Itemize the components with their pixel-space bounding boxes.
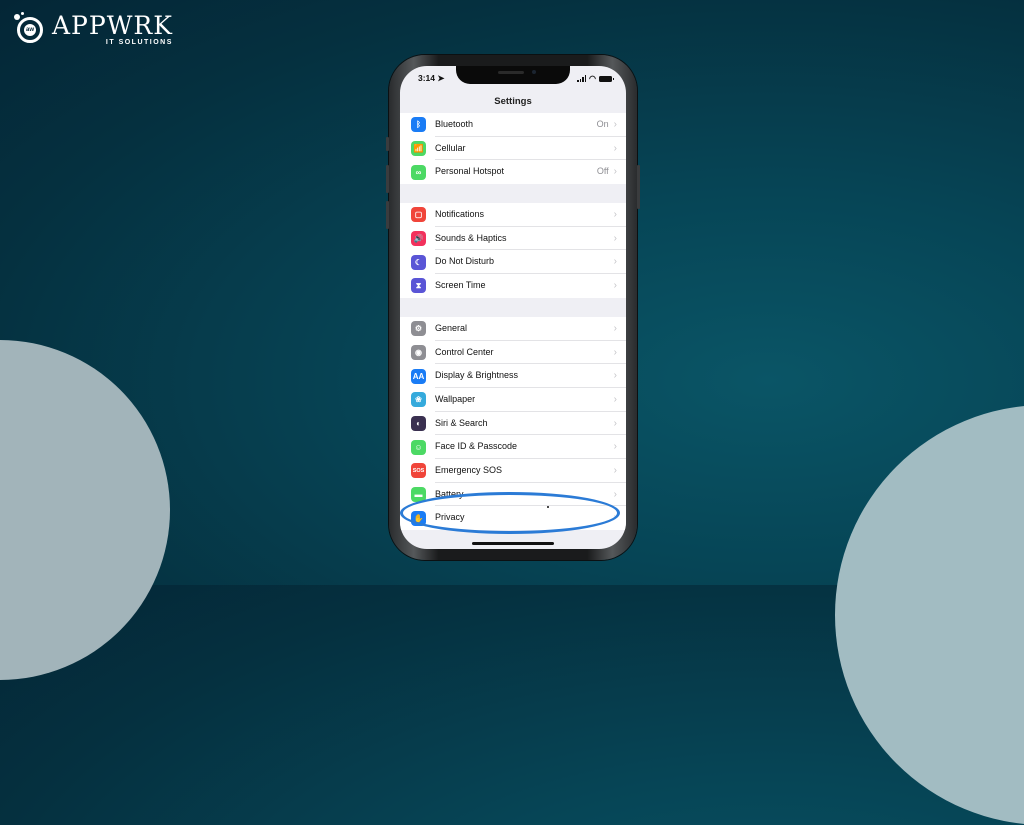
signal-icon xyxy=(577,75,587,82)
settings-row-label: Do Not Disturb xyxy=(435,256,495,267)
sos-icon: SOS xyxy=(411,463,426,479)
chevron-right-icon: › xyxy=(613,370,617,382)
hand-icon: ✋ xyxy=(411,510,426,526)
volume-up-button xyxy=(386,165,389,193)
chevron-right-icon: › xyxy=(613,346,617,358)
settings-row-face-id-passcode[interactable]: ☺ Face ID & Passcode › xyxy=(400,435,626,459)
battery-setting-icon: ▬ xyxy=(411,486,426,502)
chevron-right-icon: › xyxy=(613,441,617,453)
section-gap xyxy=(400,184,626,204)
settings-row-do-not-disturb[interactable]: ☾ Do Not Disturb › xyxy=(400,250,626,275)
settings-group: ᛒ Bluetooth On › 📶 Cellular › ∞ Personal Hotspot… xyxy=(400,113,626,185)
cellular-icon: 📶 xyxy=(411,141,426,157)
settings-row-label: Cellular xyxy=(435,142,466,153)
settings-group: ▢ Notifications › 🔊 Sounds & Haptics › ☾ Do Not… xyxy=(400,203,626,298)
settings-row-label: Personal Hotspot xyxy=(435,166,505,177)
settings-row-label: Emergency SOS xyxy=(435,464,503,475)
settings-row-bluetooth[interactable]: ᛒ Bluetooth On › xyxy=(400,113,626,137)
chevron-right-icon: › xyxy=(613,256,617,268)
settings-screen: 3:14 ➤ ◠ Settings ᛒ Bluetooth On › 📶 Cellular… xyxy=(400,66,626,549)
brand-logo: aw APPWRK IT SOLUTIONS xyxy=(14,12,173,46)
home-indicator[interactable] xyxy=(472,542,554,545)
settings-row-siri-search[interactable]: ◐ Siri & Search › xyxy=(400,412,626,436)
settings-row-control-center[interactable]: ◉ Control Center › xyxy=(400,341,626,365)
settings-row-label: Wallpaper xyxy=(435,393,476,404)
wallpaper-icon: ❀ xyxy=(411,392,426,408)
settings-row-value: Off xyxy=(596,166,609,177)
chevron-right-icon: › xyxy=(613,488,617,500)
notifications-icon: ▢ xyxy=(411,207,426,223)
settings-row-wallpaper[interactable]: ❀ Wallpaper › xyxy=(400,388,626,412)
settings-row-label: Sounds & Haptics xyxy=(435,232,507,243)
settings-row-personal-hotspot[interactable]: ∞ Personal Hotspot Off › xyxy=(400,160,626,184)
settings-row-label: Display & Brightness xyxy=(435,370,519,381)
hourglass-icon: ⧗ xyxy=(411,278,426,294)
settings-row-screen-time[interactable]: ⧗ Screen Time › xyxy=(400,274,626,298)
settings-row-label: Notifications xyxy=(435,209,485,220)
status-time: 3:14 ➤ xyxy=(418,73,445,83)
settings-list: ᛒ Bluetooth On › 📶 Cellular › ∞ Personal Hotspot… xyxy=(400,113,626,530)
chevron-right-icon: › xyxy=(613,464,617,476)
hotspot-icon: ∞ xyxy=(411,164,426,180)
chevron-right-icon: › xyxy=(613,393,617,405)
settings-row-notifications[interactable]: ▢ Notifications › xyxy=(400,203,626,227)
page-title: Settings xyxy=(494,96,532,107)
chevron-right-icon: › xyxy=(613,417,617,429)
settings-row-label: Bluetooth xyxy=(435,119,474,129)
chevron-right-icon: › xyxy=(613,142,617,154)
bluetooth-icon: ᛒ xyxy=(411,117,426,133)
settings-row-label: Face ID & Passcode xyxy=(435,441,518,452)
chevron-right-icon: › xyxy=(613,322,617,334)
decorative-circle-left xyxy=(0,340,170,680)
siri-icon: ◐ xyxy=(411,415,426,431)
chevron-right-icon: › xyxy=(613,232,617,244)
brand-name: APPWRK xyxy=(52,10,173,40)
mute-switch xyxy=(386,137,389,151)
cursor-dot xyxy=(547,506,549,508)
settings-row-label: General xyxy=(435,322,468,333)
settings-row-label: Battery xyxy=(435,488,464,499)
chevron-right-icon: › xyxy=(613,512,617,524)
settings-row-sounds-haptics[interactable]: 🔊 Sounds & Haptics › xyxy=(400,227,626,251)
battery-icon xyxy=(599,75,614,82)
chevron-right-icon: › xyxy=(613,119,617,130)
brand-tagline: IT SOLUTIONS xyxy=(105,38,173,46)
gear-icon: ⚙ xyxy=(411,321,426,337)
control-center-icon: ◉ xyxy=(411,344,426,360)
iphone-mockup: 3:14 ➤ ◠ Settings ᛒ Bluetooth On › 📶 Cellular… xyxy=(386,55,640,560)
section-gap xyxy=(400,297,626,317)
moon-icon: ☾ xyxy=(411,254,426,270)
decorative-circle-right xyxy=(835,405,1024,825)
settings-row-label: Privacy xyxy=(435,512,465,523)
settings-row-emergency-sos[interactable]: SOS Emergency SOS › xyxy=(400,459,626,483)
side-button xyxy=(637,165,640,209)
face-id-icon: ☺ xyxy=(411,439,426,455)
settings-row-label: Siri & Search xyxy=(435,417,488,428)
settings-row-cellular[interactable]: 📶 Cellular › xyxy=(400,137,626,161)
brand-mark-icon: aw xyxy=(14,12,48,46)
sounds-icon: 🔊 xyxy=(411,231,426,247)
settings-row-display-brightness[interactable]: AA Display & Brightness › xyxy=(400,364,626,388)
settings-row-label: Screen Time xyxy=(435,280,486,291)
settings-row-value: On xyxy=(596,119,609,129)
settings-row-privacy[interactable]: ✋ Privacy › xyxy=(400,506,626,530)
settings-row-general[interactable]: ⚙ General › xyxy=(400,317,626,341)
wifi-icon: ◠ xyxy=(589,74,596,83)
volume-down-button xyxy=(386,201,389,229)
chevron-right-icon: › xyxy=(613,166,617,178)
settings-group: ⚙ General › ◉ Control Center › AA Display & Bri… xyxy=(400,316,626,530)
chevron-right-icon: › xyxy=(613,280,617,292)
settings-row-label: Control Center xyxy=(435,346,494,357)
display-icon: AA xyxy=(411,368,426,384)
notch xyxy=(456,66,570,84)
settings-row-battery[interactable]: ▬ Battery › xyxy=(400,483,626,507)
chevron-right-icon: › xyxy=(613,209,617,221)
